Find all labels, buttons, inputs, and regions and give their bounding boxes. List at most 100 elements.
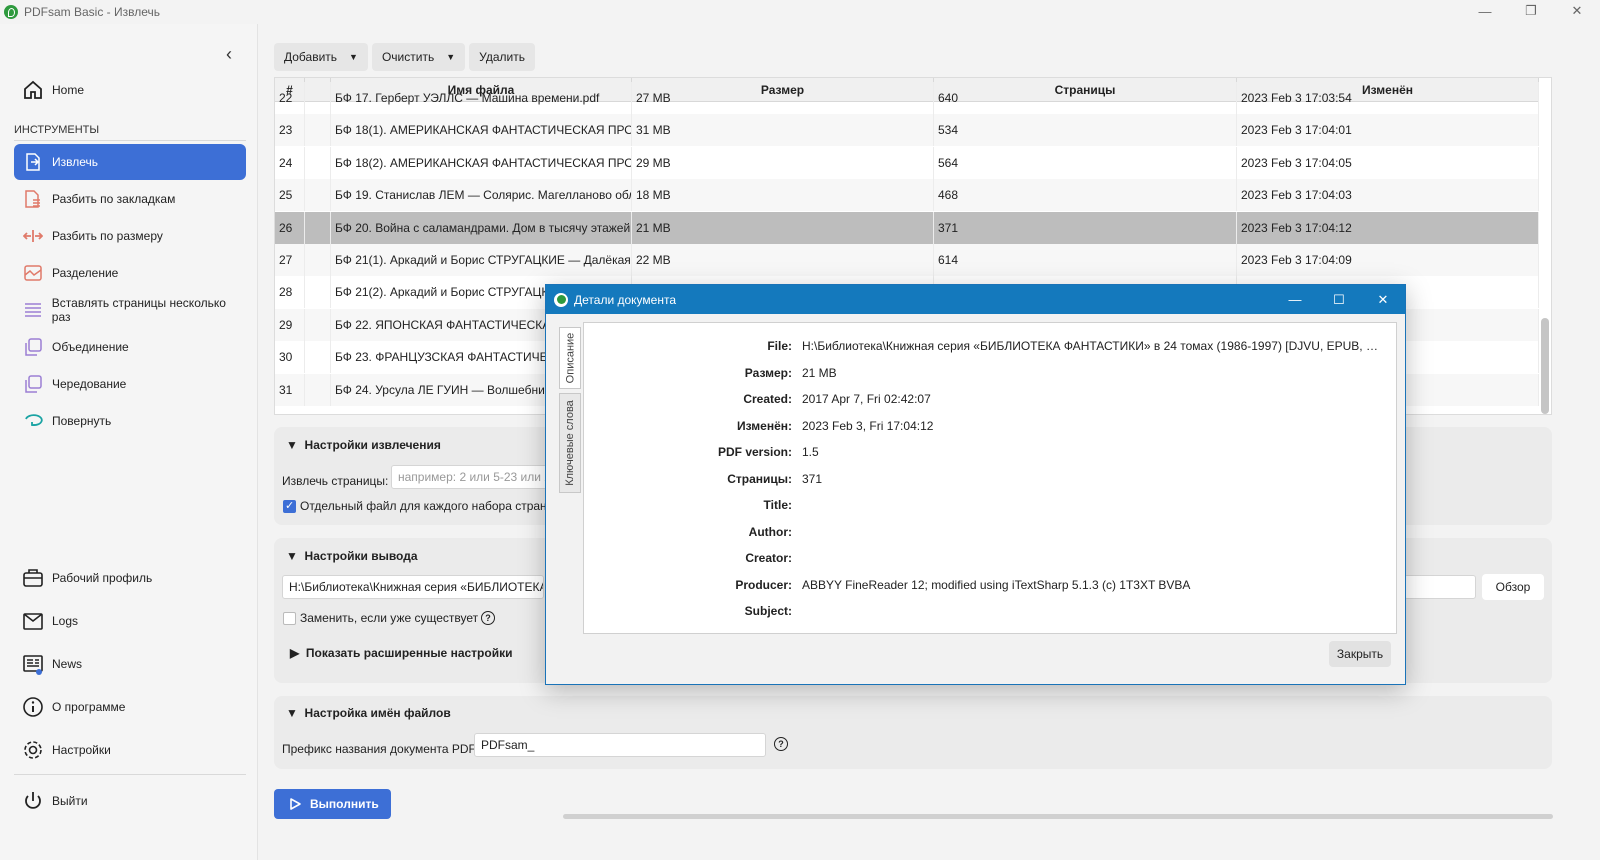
sidebar-item-insert-pages[interactable]: Вставлять страницы несколько раз — [14, 292, 246, 328]
row-filename: БФ 19. Станислав ЛЕМ — Солярис. Магеллан… — [331, 179, 632, 212]
caret-down-icon[interactable]: ▼ — [446, 52, 455, 62]
table-row[interactable]: 22 БФ 17. Герберт УЭЛЛС — Машина времени.… — [275, 82, 1539, 114]
run-button[interactable]: Выполнить — [274, 789, 391, 819]
advanced-settings-toggle[interactable]: ▶ Показать расширенные настройки — [290, 646, 512, 660]
row-filename: БФ 18(1). АМЕРИКАНСКАЯ ФАНТАСТИЧЕСКАЯ ПР… — [331, 114, 632, 147]
briefcase-icon — [22, 567, 44, 589]
caret-down-icon[interactable]: ▼ — [349, 52, 358, 62]
detail-key: Producer: — [735, 577, 792, 592]
files-toolbar: Добавить ▼ Очистить ▼ Удалить — [274, 43, 535, 71]
horizontal-scrollbar[interactable] — [563, 814, 1553, 819]
separate-file-checkbox[interactable] — [283, 499, 296, 513]
minimize-button[interactable]: — — [1462, 0, 1508, 22]
row-number: 30 — [275, 341, 305, 374]
rotate-icon — [22, 410, 44, 432]
placeholder-text: например: 2 или 5-23 или 2 — [398, 470, 551, 484]
detail-key: Subject: — [744, 604, 792, 618]
sidebar-item-label: Повернуть — [52, 414, 112, 428]
sidebar-item-label: Разделение — [52, 266, 119, 280]
tab-label: Описание — [564, 332, 576, 384]
row-blank — [305, 341, 331, 374]
sidebar-item-extract[interactable]: Извлечь — [14, 144, 246, 180]
row-pages: 614 — [934, 244, 1237, 276]
row-pages: 564 — [934, 146, 1237, 179]
sidebar-item-logs[interactable]: Logs — [14, 603, 246, 639]
filename-settings-title[interactable]: ▼ Настройка имён файлов — [286, 706, 451, 720]
dialog-close-button[interactable]: ✕ — [1361, 285, 1405, 314]
split-icon — [22, 262, 44, 284]
sidebar-item-settings[interactable]: Настройки — [14, 732, 246, 768]
sidebar-item-workspace[interactable]: Рабочий профиль — [14, 560, 246, 596]
help-icon[interactable]: ? — [774, 737, 788, 751]
dialog-maximize-button[interactable]: ☐ — [1317, 285, 1361, 314]
table-scrollbar[interactable] — [1541, 318, 1549, 414]
tab-keywords[interactable]: Ключевые слова — [559, 393, 581, 493]
pdfsam-logo-icon — [4, 5, 18, 19]
filename-settings-panel: ▼ Настройка имён файлов Префикс названия… — [274, 696, 1552, 769]
dialog-minimize-button[interactable]: — — [1273, 285, 1317, 314]
sidebar-item-split[interactable]: Разделение — [14, 255, 246, 291]
close-button[interactable]: ✕ — [1554, 0, 1600, 22]
collapse-sidebar-chevron-icon[interactable]: ‹ — [226, 44, 232, 65]
sidebar-item-label: Чередование — [52, 377, 127, 391]
row-blank — [305, 179, 331, 212]
browse-button[interactable]: Обзор — [1482, 574, 1544, 600]
split-bookmarks-icon — [22, 188, 44, 210]
sidebar-item-about[interactable]: О программе — [14, 689, 246, 725]
sidebar-item-label: Вставлять страницы несколько раз — [51, 296, 226, 324]
table-row[interactable]: 25 БФ 19. Станислав ЛЕМ — Солярис. Магелл… — [275, 179, 1539, 212]
tab-description[interactable]: Описание — [559, 327, 581, 389]
row-blank — [305, 146, 331, 179]
output-settings-title[interactable]: ▼ Настройки вывода — [286, 549, 418, 563]
insert-pages-icon — [22, 299, 44, 321]
row-size: 21 MB — [632, 211, 934, 244]
row-size: 18 MB — [632, 179, 934, 212]
row-size: 22 MB — [632, 244, 934, 276]
close-dialog-button[interactable]: Закрыть — [1329, 641, 1391, 667]
detail-value: 2017 Apr 7, Fri 02:42:07 — [802, 392, 931, 406]
row-modified: 2023 Feb 3 17:04:01 — [1237, 114, 1539, 147]
prefix-input[interactable]: PDFsam_ — [474, 733, 766, 757]
sidebar-item-merge[interactable]: Объединение — [14, 329, 246, 365]
row-pages: 371 — [934, 211, 1237, 244]
row-number: 31 — [275, 373, 305, 406]
sidebar-item-alternate-mix[interactable]: Чередование — [14, 366, 246, 402]
extract-pages-input[interactable]: например: 2 или 5-23 или 2 — [391, 465, 551, 489]
prefix-label: Префикс названия документа PDF: — [282, 742, 480, 756]
table-row[interactable]: 23 БФ 18(1). АМЕРИКАНСКАЯ ФАНТАСТИЧЕСКАЯ … — [275, 114, 1539, 147]
sidebar-item-split-bookmarks[interactable]: Разбить по закладкам — [14, 181, 246, 217]
table-row[interactable]: 27 БФ 21(1). Аркадий и Борис СТРУГАЦКИЕ —… — [275, 244, 1539, 276]
extract-icon — [22, 151, 44, 173]
output-path-input[interactable]: H:\Библиотека\Книжная серия «БИБЛИОТЕКА … — [282, 575, 544, 599]
extract-pages-label: Извлечь страницы: — [282, 474, 389, 488]
sidebar-item-home[interactable]: Home — [14, 72, 246, 108]
dialog-titlebar: Детали документа — ☐ ✕ — [546, 285, 1405, 314]
sidebar-item-label: Извлечь — [52, 155, 99, 169]
home-icon — [22, 79, 44, 101]
extract-settings-title[interactable]: ▼ Настройки извлечения — [286, 438, 441, 452]
output-path-input-right[interactable] — [1404, 575, 1476, 599]
detail-value: 21 MB — [802, 365, 837, 380]
overwrite-checkbox[interactable] — [283, 612, 296, 625]
add-button[interactable]: Добавить ▼ — [274, 43, 368, 71]
row-number: 25 — [275, 179, 305, 212]
gear-icon — [22, 739, 44, 761]
sidebar-item-exit[interactable]: Выйти — [14, 783, 246, 819]
table-row[interactable]: 26 БФ 20. Война с саламандрами. Дом в тыс… — [275, 211, 1539, 244]
row-number: 24 — [275, 146, 305, 179]
table-row[interactable]: 24 БФ 18(2). АМЕРИКАНСКАЯ ФАНТАСТИЧЕСКАЯ … — [275, 146, 1539, 179]
sidebar-item-split-size[interactable]: Разбить по размеру — [14, 218, 246, 254]
divider — [14, 774, 246, 775]
help-icon[interactable]: ? — [481, 611, 495, 625]
clear-button[interactable]: Очистить ▼ — [371, 43, 466, 71]
restore-button[interactable]: ❐ — [1508, 0, 1554, 22]
sidebar-item-rotate[interactable]: Повернуть — [14, 403, 246, 439]
detail-key: File: — [767, 339, 792, 353]
row-filename: БФ 18(2). АМЕРИКАНСКАЯ ФАНТАСТИЧЕСКАЯ ПР… — [331, 146, 632, 179]
row-pages: 640 — [934, 82, 1237, 114]
remove-button[interactable]: Удалить — [469, 43, 535, 71]
row-number: 26 — [275, 211, 305, 244]
sidebar-item-news[interactable]: News — [14, 646, 246, 682]
sidebar-item-label: О программе — [52, 700, 126, 714]
panel-title-text: Настройки вывода — [304, 549, 418, 563]
